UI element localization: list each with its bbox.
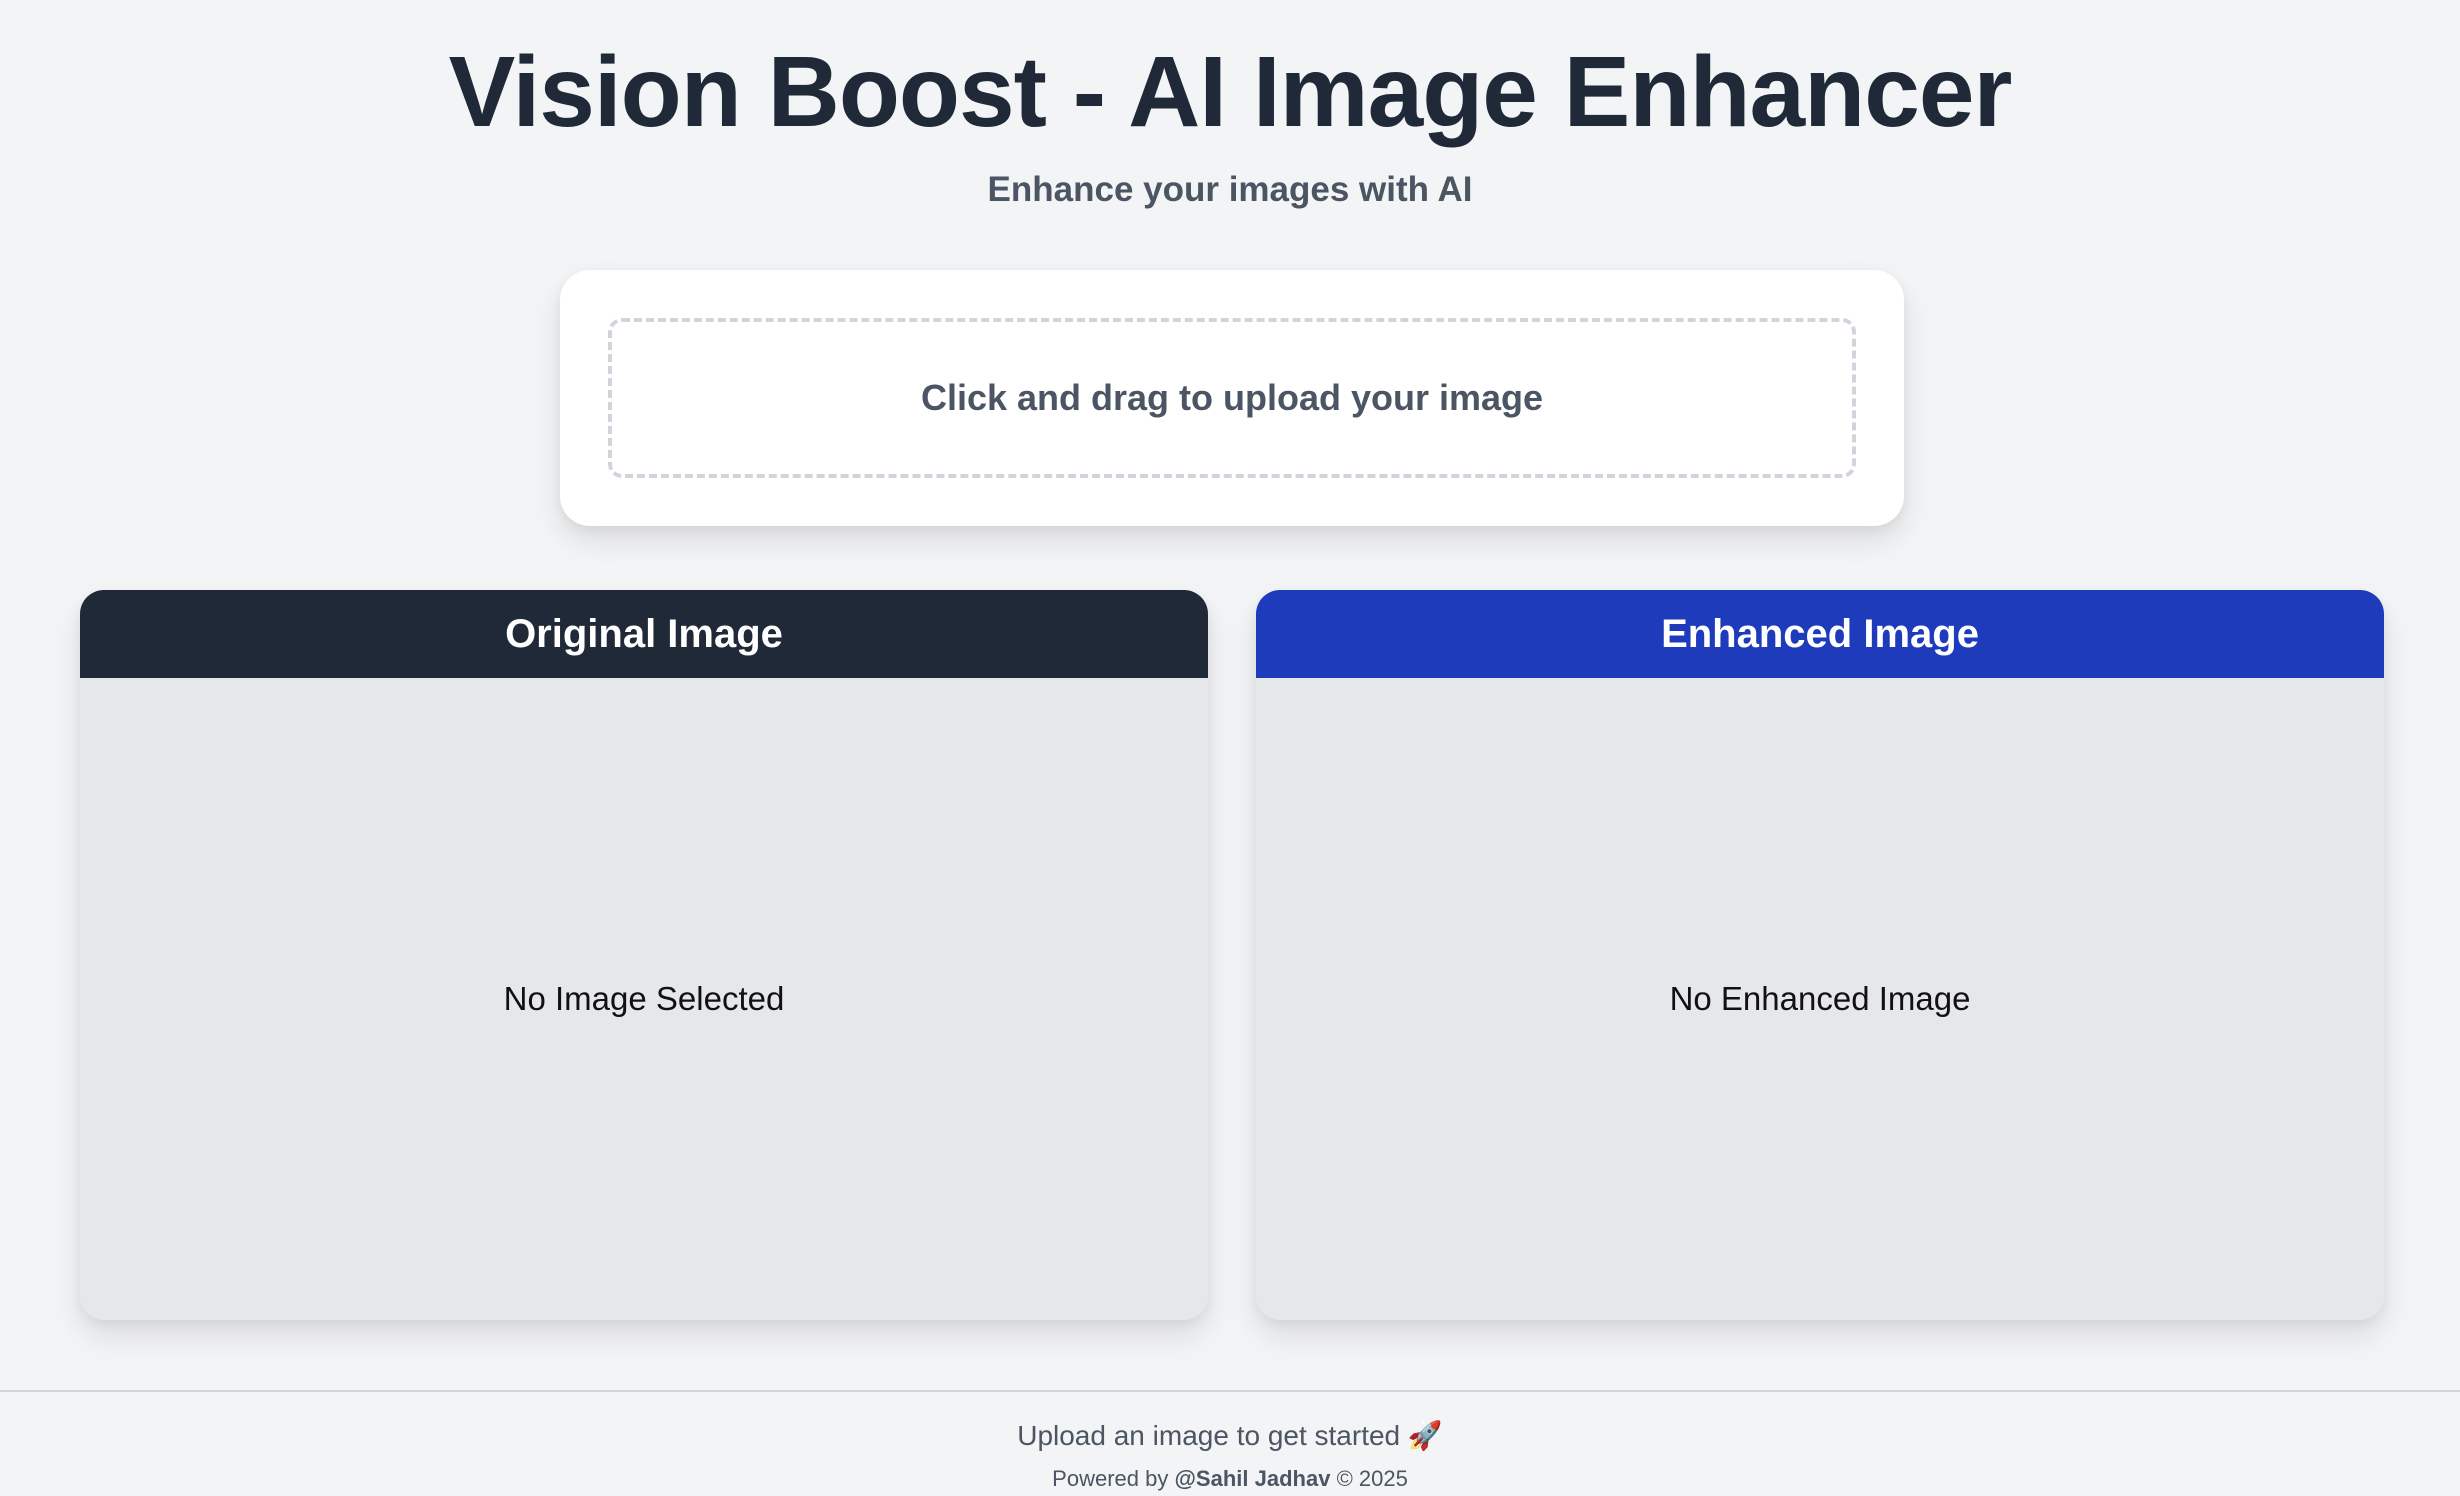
footer-author: @Sahil Jadhav <box>1174 1466 1331 1491</box>
image-upload-dropzone[interactable]: Click and drag to upload your image <box>608 318 1856 478</box>
enhanced-image-title: Enhanced Image <box>1661 611 1979 656</box>
page: Vision Boost - AI Image Enhancer Enhance… <box>0 0 2460 1496</box>
page-subtitle: Enhance your images with AI <box>987 170 1473 209</box>
page-title: Vision Boost - AI Image Enhancer <box>448 36 2013 148</box>
enhanced-image-body: No Enhanced Image <box>1256 678 2384 1320</box>
original-image-panel: Original Image No Image Selected <box>80 590 1208 1320</box>
original-image-body: No Image Selected <box>80 678 1208 1320</box>
enhanced-image-panel: Enhanced Image No Enhanced Image <box>1256 590 2384 1320</box>
original-image-title: Original Image <box>505 611 783 656</box>
enhanced-image-header: Enhanced Image <box>1256 590 2384 678</box>
app-header: Vision Boost - AI Image Enhancer Enhance… <box>0 30 2460 212</box>
footer-status: Upload an image to get started 🚀 <box>1017 1420 1443 1451</box>
upload-prompt: Click and drag to upload your image <box>920 377 1544 418</box>
enhanced-image-placeholder: No Enhanced Image <box>1669 980 1971 1017</box>
footer-powered-prefix: Powered by <box>1052 1466 1169 1491</box>
footer-copyright: © 2025 <box>1336 1466 1408 1491</box>
original-image-placeholder: No Image Selected <box>503 980 785 1017</box>
original-image-header: Original Image <box>80 590 1208 678</box>
page-footer: Upload an image to get started 🚀 Powered… <box>0 1390 2460 1494</box>
upload-card: Click and drag to upload your image <box>560 270 1904 526</box>
footer-credits: Powered by @Sahil Jadhav © 2025 <box>0 1464 2460 1494</box>
